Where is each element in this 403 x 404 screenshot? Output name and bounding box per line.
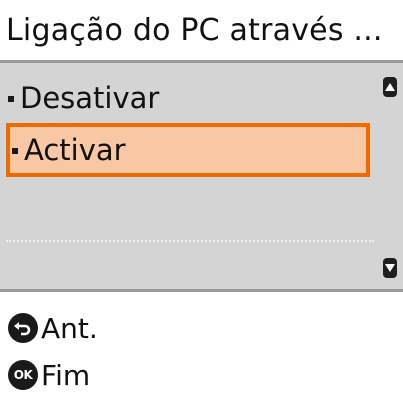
option-list: Desativar Activar	[0, 60, 403, 289]
page-title-text: Ligação do PC através ...	[6, 12, 383, 48]
back-softkey-label: Ant.	[41, 311, 98, 345]
softkey-divider	[0, 289, 403, 292]
list-item-desativar[interactable]: Desativar	[8, 73, 159, 123]
bullet-icon	[8, 96, 14, 102]
ok-softkey-label: Fim	[41, 358, 91, 392]
list-item-activar-selected[interactable]: Activar	[6, 123, 370, 177]
ok-icon-text: OK	[13, 368, 33, 382]
list-item-label: Activar	[24, 133, 126, 167]
back-arrow-icon	[8, 313, 38, 343]
list-item-label: Desativar	[20, 81, 160, 115]
bullet-icon	[12, 148, 18, 154]
ok-button-icon: OK	[8, 360, 38, 390]
scroll-down-arrow-icon[interactable]	[383, 258, 397, 278]
ok-softkey[interactable]: OK Fim	[8, 355, 90, 395]
scroll-up-arrow-icon[interactable]	[383, 77, 397, 97]
page-title: Ligação do PC através ...	[0, 0, 403, 60]
list-divider	[6, 240, 374, 242]
back-softkey[interactable]: Ant.	[8, 308, 98, 348]
lcd-screen: Ligação do PC através ... Desativar Acti…	[0, 0, 403, 404]
